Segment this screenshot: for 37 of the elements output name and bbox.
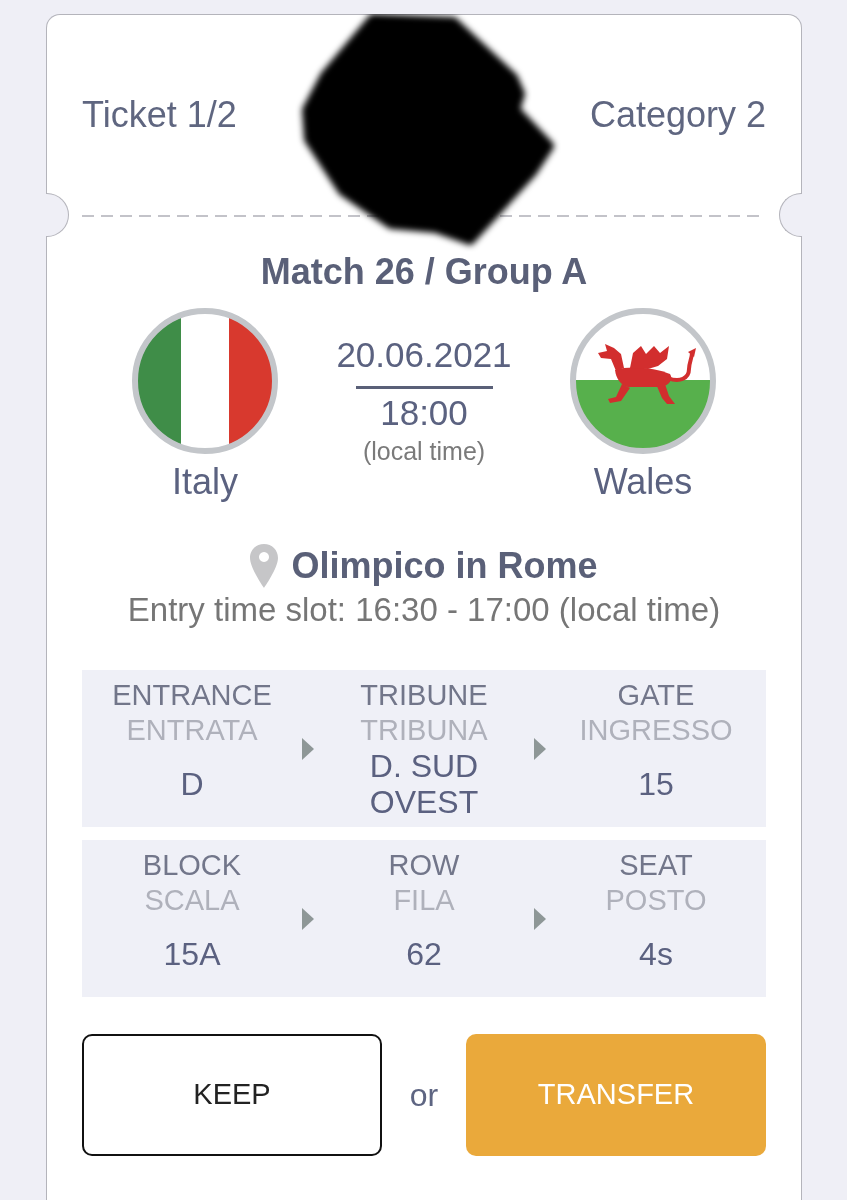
field-label: SEAT — [619, 847, 693, 883]
field-label-translation: FILA — [393, 882, 455, 918]
time-note: (local time) — [362, 436, 486, 467]
right-arrow-icon — [302, 737, 314, 760]
team-name: Italy — [172, 460, 238, 504]
field-label: GATE — [617, 677, 695, 713]
field-label-translation: POSTO — [605, 882, 707, 918]
ticket-number: Ticket 1/2 — [82, 93, 237, 137]
team-name: Wales — [593, 460, 693, 504]
match-date: 20.06.2021 — [336, 334, 512, 376]
field-label: ROW — [388, 847, 460, 883]
location-pin-icon — [250, 544, 279, 588]
kickoff-time: 18:00 — [380, 392, 468, 434]
keep-button[interactable]: KEEP — [82, 1034, 382, 1156]
field-label-translation: SCALA — [144, 882, 240, 918]
field-label-translation: INGRESSO — [579, 712, 733, 748]
field-label: BLOCK — [142, 847, 242, 883]
match-title: Match 26 / Group A — [260, 250, 588, 294]
field-value: 15A — [163, 935, 221, 972]
field-value: D — [180, 765, 204, 802]
entry-time-slot: Entry time slot: 16:30 - 17:00 (local time) — [127, 590, 721, 630]
right-arrow-icon — [534, 737, 546, 760]
field-label-translation: ENTRATA — [126, 712, 258, 748]
field-value: 4s — [639, 935, 673, 972]
italian-flag-icon — [132, 308, 278, 454]
ticket-category: Category 2 — [589, 93, 766, 137]
welsh-flag-icon — [570, 308, 716, 454]
venue-name: Olimpico in Rome — [291, 544, 598, 588]
field-value: 62 — [406, 935, 442, 972]
field-value: 15 — [638, 765, 674, 802]
right-arrow-icon — [534, 907, 546, 930]
field-label-translation: TRIBUNA — [360, 712, 488, 748]
field-label: ENTRANCE — [112, 677, 272, 713]
field-value: D. SUD OVEST — [368, 747, 480, 820]
or-label: or — [409, 1076, 439, 1115]
right-arrow-icon — [302, 907, 314, 930]
field-label: TRIBUNE — [360, 677, 488, 713]
